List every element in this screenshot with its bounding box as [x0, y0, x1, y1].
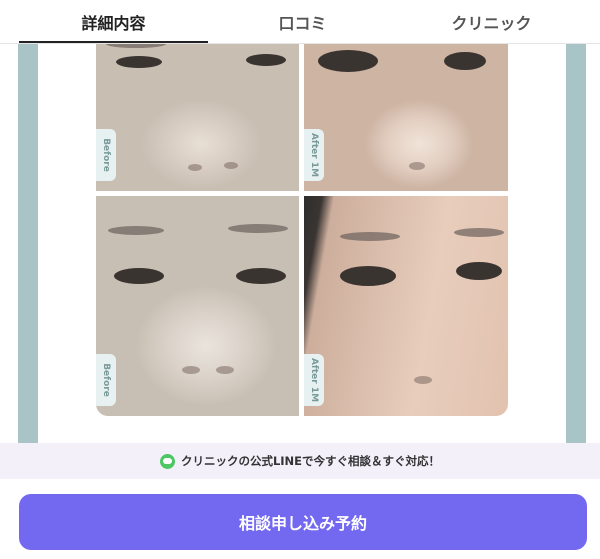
photo-label: Before: [96, 354, 116, 406]
after-photo-1: After 1M: [304, 44, 508, 191]
consultation-booking-button[interactable]: 相談申し込み予約: [19, 494, 587, 550]
line-chat-icon: [159, 453, 175, 469]
photo-label: After 1M: [304, 354, 324, 406]
line-consultation-notice[interactable]: クリニックの公式LINEで今すぐ相談＆すぐ対応！: [0, 443, 600, 479]
notice-text: クリニックの公式LINEで今すぐ相談＆すぐ対応！: [180, 454, 441, 468]
before-photo-2: Before: [96, 196, 299, 416]
photo-label: Before: [96, 129, 116, 181]
photo-label: After 1M: [304, 129, 324, 181]
tab-details[interactable]: 詳細内容: [19, 0, 208, 44]
after-photo-2: After 1M: [304, 196, 508, 416]
before-after-gallery: Before After 1M Before After 1M: [96, 44, 508, 416]
tab-bar: 詳細内容 口コミ クリニック: [0, 0, 600, 44]
tab-clinic[interactable]: クリニック: [397, 0, 586, 44]
tab-reviews[interactable]: 口コミ: [208, 0, 397, 44]
before-photo-1: Before: [96, 44, 299, 191]
